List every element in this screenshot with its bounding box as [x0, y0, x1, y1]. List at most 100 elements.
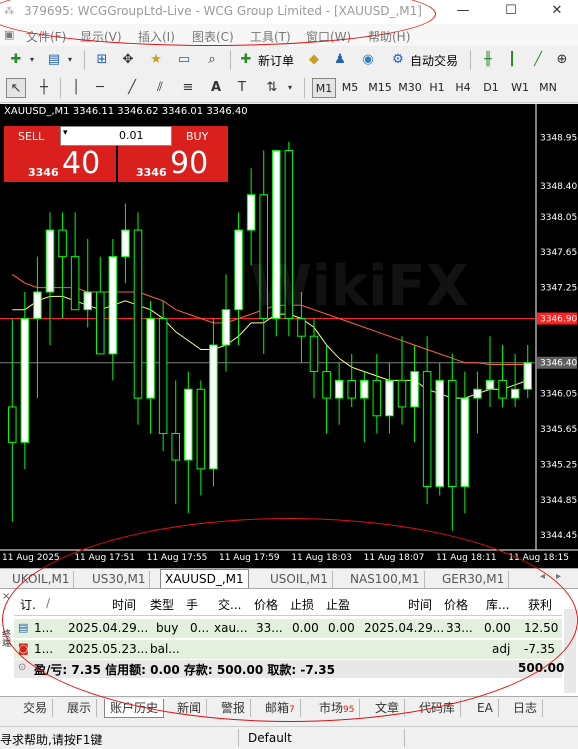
timeframe-m15[interactable]: M15: [366, 78, 394, 98]
bullish-candle: [121, 229, 130, 258]
crosshair-icon[interactable]: ┼: [34, 78, 54, 98]
tab-trade[interactable]: 交易: [18, 699, 54, 717]
header-close-time[interactable]: 时间: [408, 596, 432, 613]
tab-market[interactable]: 市场95: [314, 699, 361, 717]
header-tp[interactable]: 止盈: [326, 596, 350, 613]
lot-size-input[interactable]: 0.01: [119, 129, 144, 142]
maximize-icon[interactable]: ☐: [488, 0, 534, 24]
candlestick-icon[interactable]: ┃: [502, 50, 522, 70]
arrows-icon[interactable]: ⇅: [262, 78, 282, 98]
tab-usoil[interactable]: USOIL,M1: [266, 571, 333, 588]
menu-help[interactable]: 帮助(H): [368, 28, 410, 45]
tab-mailbox[interactable]: 邮箱7: [260, 699, 301, 717]
cell-tp: 0.00: [328, 621, 355, 635]
table-row[interactable]: ▤ 1... 2025.04.29... buy 0... xau... 33.…: [14, 619, 562, 638]
terminal-tabs: 交易 展示 账户历史 新闻 警报 邮箱7 市场95 文章 代码库 EA 日志: [0, 696, 578, 719]
tab-journal[interactable]: 日志: [508, 699, 544, 717]
menu-insert[interactable]: 插入(I): [138, 28, 175, 45]
header-price[interactable]: 价格: [254, 596, 278, 613]
mt4-icon: ⁂: [4, 6, 14, 17]
tab-news[interactable]: 新闻: [172, 699, 208, 717]
horizontal-line-icon[interactable]: ─: [90, 78, 110, 98]
menu-file[interactable]: 文件(F): [26, 28, 66, 45]
mailbox-badge: 7: [289, 705, 295, 715]
trendline-icon[interactable]: ╱: [122, 78, 142, 98]
text-label-icon[interactable]: T: [232, 78, 252, 98]
tab-alerts[interactable]: 警报: [216, 699, 252, 717]
header-symbol[interactable]: 交...: [218, 596, 241, 613]
signals-icon[interactable]: ♟: [330, 50, 350, 70]
terminal-icon[interactable]: ▭: [174, 50, 194, 70]
navigator-icon[interactable]: ★: [146, 50, 166, 70]
header-profit[interactable]: 获利: [528, 596, 552, 613]
line-chart-icon[interactable]: ╱: [528, 50, 548, 70]
auto-trading-icon[interactable]: ⚙: [388, 50, 408, 70]
lot-dropdown-icon[interactable]: ▾: [63, 128, 68, 138]
tab-experts[interactable]: EA: [472, 699, 499, 717]
price-tick-label: 3348.95: [540, 133, 577, 143]
text-icon[interactable]: A: [206, 78, 226, 98]
auto-trading-button[interactable]: 自动交易: [410, 52, 458, 69]
header-open-time[interactable]: 时间: [112, 596, 136, 613]
header-lots[interactable]: 手: [186, 596, 198, 613]
tab-exposure[interactable]: 展示: [62, 699, 98, 717]
tab-scroll-left-icon[interactable]: ◂: [540, 571, 545, 582]
timeframe-w1[interactable]: W1: [508, 78, 532, 98]
dropdown-arrow-icon[interactable]: ▾: [22, 50, 42, 70]
tab-nas100[interactable]: NAS100,M1: [346, 571, 425, 588]
menu-tools[interactable]: 工具(T): [250, 28, 291, 45]
vertical-line-icon[interactable]: │: [66, 78, 86, 98]
header-sort[interactable]: /: [46, 596, 50, 610]
minimize-icon[interactable]: —: [440, 0, 486, 24]
header-close-price[interactable]: 价格: [444, 596, 468, 613]
child-window-icon[interactable]: ▣: [4, 28, 14, 41]
bearish-candle: [347, 379, 356, 399]
tab-us30[interactable]: US30,M1: [88, 571, 151, 588]
bullish-candle: [146, 318, 155, 399]
close-icon[interactable]: ✕: [534, 0, 578, 24]
cell-order: 1...: [34, 642, 54, 656]
dropdown-arrow-icon[interactable]: ▾: [60, 50, 80, 70]
metaeditor-icon[interactable]: ◆: [304, 50, 324, 70]
header-order[interactable]: 订.: [20, 596, 36, 613]
header-sl[interactable]: 止损: [290, 596, 314, 613]
fibonacci-icon[interactable]: ≡: [178, 78, 198, 98]
dropdown-arrow-icon[interactable]: ▾: [280, 78, 300, 98]
menu-view[interactable]: 显示(V): [80, 28, 122, 45]
timeframe-h4[interactable]: H4: [452, 78, 474, 98]
lot-size-stepper[interactable]: ▾ 0.01: [60, 126, 172, 146]
header-swap[interactable]: 库...: [486, 596, 509, 613]
market-watch-icon[interactable]: ⊞: [92, 50, 112, 70]
timeframe-m30[interactable]: M30: [396, 78, 424, 98]
new-order-button[interactable]: 新订单: [258, 52, 294, 69]
timeframe-m5[interactable]: M5: [338, 78, 362, 98]
timeframe-h1[interactable]: H1: [426, 78, 448, 98]
scrollbar[interactable]: [564, 609, 576, 693]
timeframe-d1[interactable]: D1: [480, 78, 502, 98]
cursor-icon[interactable]: ↖: [6, 78, 26, 98]
new-order-icon[interactable]: ✚: [236, 50, 256, 70]
tab-account-history[interactable]: 账户历史: [104, 699, 165, 718]
menu-window[interactable]: 窗口(W): [306, 28, 351, 45]
channel-icon[interactable]: ⫽: [150, 78, 170, 98]
tab-articles[interactable]: 文章: [370, 699, 406, 717]
tab-ukoil[interactable]: UKOIL,M1: [8, 571, 75, 588]
menu-charts[interactable]: 图表(C): [192, 28, 234, 45]
zoom-in-icon[interactable]: ⊕: [552, 50, 572, 70]
tab-xauusd[interactable]: XAUUSD_,M1: [160, 569, 249, 589]
data-window-icon[interactable]: ✥: [118, 50, 138, 70]
bullish-candle: [209, 344, 218, 470]
table-row[interactable]: ◙ 1... 2025.05.23... bal... adj -7.35: [14, 640, 562, 659]
header-type[interactable]: 类型: [150, 596, 174, 613]
strategy-tester-icon[interactable]: ⌕: [202, 50, 222, 70]
vps-icon[interactable]: ◉: [358, 50, 378, 70]
timeframe-mn[interactable]: MN: [536, 78, 560, 98]
tab-scroll-right-icon[interactable]: ▸: [556, 571, 561, 582]
timeframe-m1[interactable]: M1: [312, 78, 336, 98]
tab-code-base[interactable]: 代码库: [414, 699, 462, 717]
bullish-candle: [246, 194, 256, 231]
bullish-candle: [360, 379, 369, 399]
bar-chart-icon[interactable]: ╫: [478, 50, 498, 70]
close-icon[interactable]: ×: [2, 591, 10, 602]
tab-ger30[interactable]: GER30,M1: [438, 571, 510, 588]
